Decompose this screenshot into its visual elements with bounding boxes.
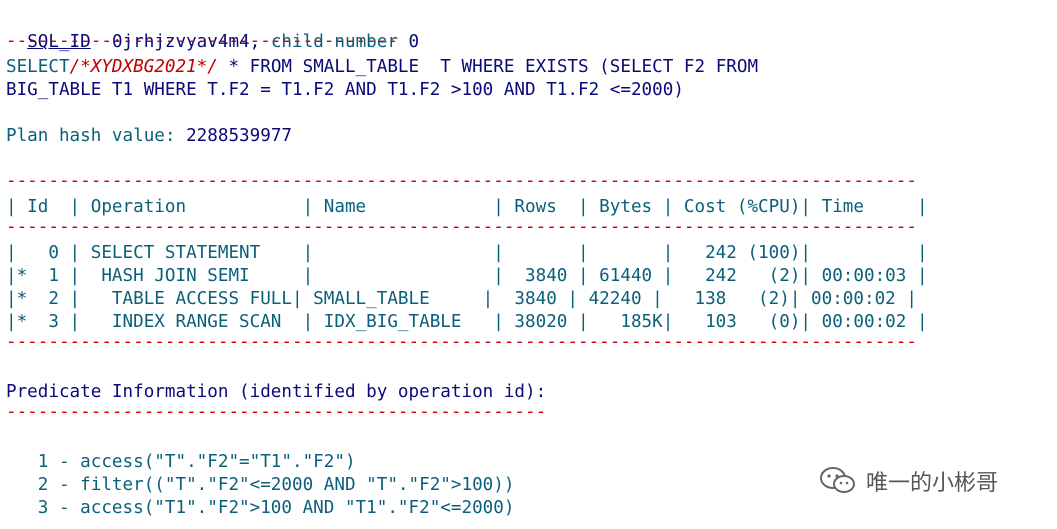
watermark-text: 唯一的小彬哥: [866, 471, 999, 496]
plan-row-2: |* 2 | TABLE ACCESS FULL| SMALL_TABLE | …: [6, 289, 917, 309]
plan-header: | Id | Operation | Name | Rows | Bytes |…: [6, 197, 928, 217]
plan-row-1: |* 1 | HASH JOIN SEMI | | 3840 | 61440 |…: [6, 266, 928, 286]
plan-bottom-border: ----------------------------------------…: [6, 332, 917, 352]
plan-hash-label: Plan hash value:: [6, 126, 176, 146]
plan-top-border: ----------------------------------------…: [6, 171, 917, 191]
sql-text-line-2: BIG_TABLE T1 WHERE T.F2 = T1.F2 AND T1.F…: [6, 80, 684, 100]
sql-text-rest: * FROM SMALL_TABLE T WHERE EXISTS (SELEC…: [217, 57, 759, 77]
predicate-item-2: 2 - filter(("T"."F2"<=2000 AND "T"."F2">…: [6, 475, 515, 495]
plan-hash-value: 2288539977: [186, 126, 293, 146]
wechat-icon: [818, 465, 858, 497]
sql-id-separator: -------------------------------------: [6, 31, 398, 51]
plan-hash-line: Plan hash value: 2288539977: [6, 125, 292, 148]
sql-text-line-1: SELECT/*XYDXBG2021*/ * FROM SMALL_TABLE …: [6, 56, 758, 79]
predicate-item-3: 3 - access("T1"."F2">100 AND "T1"."F2"<=…: [6, 498, 515, 518]
predicate-title: Predicate Information (identified by ope…: [6, 382, 547, 402]
watermark: 唯一的小彬哥: [818, 465, 998, 497]
plan-row-0: | 0 | SELECT STATEMENT | | | | 242 (100)…: [6, 243, 928, 263]
sql-hint-comment: /*XYDXBG2021*/: [69, 57, 218, 77]
predicate-separator: ----------------------------------------…: [6, 402, 547, 422]
sql-select-keyword: SELECT: [6, 57, 70, 77]
plan-header-border: ----------------------------------------…: [6, 217, 917, 237]
plan-row-3: |* 3 | INDEX RANGE SCAN | IDX_BIG_TABLE …: [6, 312, 928, 332]
child-number-value: 0: [408, 32, 420, 52]
predicate-item-1: 1 - access("T"."F2"="T1"."F2"): [6, 452, 356, 472]
